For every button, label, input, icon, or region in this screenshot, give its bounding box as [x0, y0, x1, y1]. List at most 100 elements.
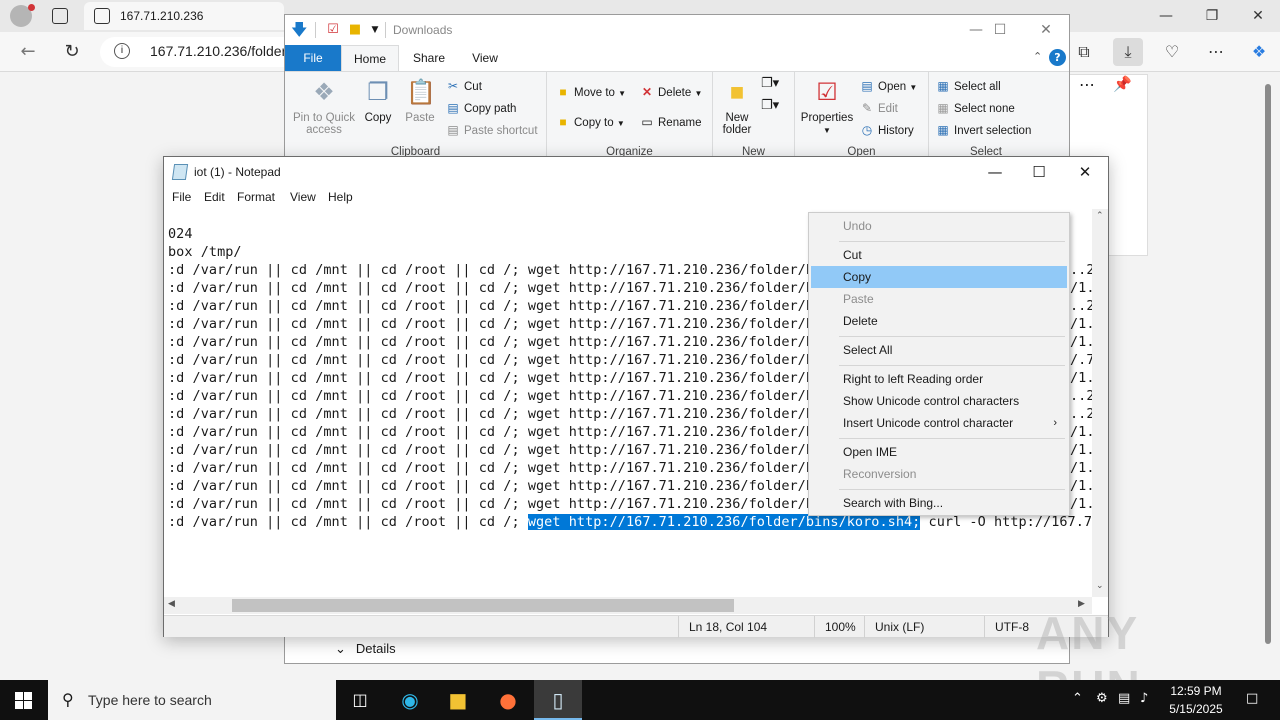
menu-item-reconversion[interactable]: Reconversion — [811, 463, 1067, 485]
text-line-tail: /1. — [1070, 424, 1092, 440]
close-button[interactable]: ✕ — [1062, 157, 1108, 187]
clock-time: 12:59 PM — [1170, 684, 1222, 698]
site-info-icon[interactable]: i — [114, 43, 130, 59]
cut-button[interactable]: ✂ Cut — [445, 76, 482, 96]
move-to-button[interactable]: ■ Move to ▼ — [555, 82, 626, 102]
menu-item-copy[interactable]: Copy — [811, 266, 1067, 288]
edit-button[interactable]: ✎ Edit — [859, 98, 898, 118]
properties-button[interactable]: ☑ Properties ▼ — [799, 78, 855, 137]
text-line: :d /var/run || cd /mnt || cd /root || cd… — [168, 388, 831, 404]
tab-actions-icon[interactable] — [52, 8, 68, 24]
pin-icon[interactable]: 📌 — [1113, 75, 1132, 93]
menu-view[interactable]: View — [290, 190, 316, 204]
copy-path-button[interactable]: ▤ Copy path — [445, 98, 516, 118]
copy-button[interactable]: ❐ Copy — [359, 78, 397, 124]
history-button[interactable]: ◷ History — [859, 120, 914, 140]
chevron-up-icon[interactable]: ⌃ — [1072, 691, 1083, 706]
explorer-title: Downloads — [393, 23, 453, 37]
minimize-button[interactable]: — — [1143, 0, 1189, 32]
delete-button[interactable]: ✕ Delete ▼ — [639, 82, 702, 102]
details-toggle[interactable]: ⌄ Details — [335, 641, 396, 657]
menu-item-show-unicode[interactable]: Show Unicode control characters — [811, 390, 1067, 412]
notepad-titlebar: iot (1) - Notepad — ☐ ✕ — [164, 157, 1108, 187]
menu-item-undo[interactable]: Undo — [811, 215, 1067, 237]
more-icon[interactable]: ⋯ — [1079, 75, 1095, 94]
performance-icon[interactable]: ♡ — [1157, 38, 1187, 66]
select-none-button[interactable]: ▦ Select none — [935, 98, 1014, 118]
refresh-icon[interactable]: ↻ — [58, 39, 86, 65]
new-folder-button[interactable]: ■ New folder — [717, 78, 757, 136]
menu-item-rtl-reading-order[interactable]: Right to left Reading order — [811, 368, 1067, 390]
tab-home[interactable]: Home — [341, 45, 399, 71]
easy-access-icon[interactable]: ❐▾ — [761, 98, 779, 113]
download-icon[interactable]: ⤓ — [1113, 38, 1143, 66]
restore-button[interactable]: ❐ — [1189, 0, 1235, 32]
open-button[interactable]: ▤ Open ▼ — [859, 76, 917, 96]
properties-icon[interactable]: ☑ — [325, 22, 341, 38]
new-folder-icon[interactable]: ■ — [347, 22, 363, 38]
clock[interactable]: 12:59 PM 5/15/2025 — [1160, 682, 1232, 718]
menu-file[interactable]: File — [172, 190, 191, 204]
notification-icon[interactable]: □ — [1246, 691, 1258, 706]
text-line: :d /var/run || cd /mnt || cd /root || cd… — [168, 496, 831, 512]
text-line: :d /var/run || cd /mnt || cd /root || cd… — [168, 280, 831, 296]
edge-icon[interactable]: ◉ — [386, 680, 434, 720]
file-explorer-icon[interactable]: ■ — [434, 680, 482, 720]
tab-view[interactable]: View — [465, 45, 505, 71]
new-group: ■ New folder ❐▾ ❐▾ New — [713, 72, 795, 160]
more-icon[interactable]: ⋯ — [1201, 38, 1231, 66]
close-button[interactable]: ✕ — [1023, 15, 1069, 45]
close-button[interactable]: ✕ — [1235, 0, 1280, 32]
network-icon[interactable]: ▤ — [1118, 691, 1130, 706]
back-icon[interactable]: ← — [14, 39, 42, 65]
scroll-down-icon[interactable]: ⌄ — [1096, 581, 1104, 591]
horizontal-scrollbar[interactable]: ◀ ▶ — [164, 597, 1092, 614]
collapse-ribbon-icon[interactable]: ⌃ — [1033, 50, 1042, 63]
horizontal-scroll-thumb[interactable] — [232, 599, 734, 612]
notepad-icon[interactable]: ▯ — [534, 680, 582, 720]
scroll-up-icon[interactable]: ⌃ — [1096, 211, 1104, 221]
browser-scrollbar[interactable] — [1262, 74, 1274, 674]
pin-quick-access-button[interactable]: ❖ Pin to Quick access — [289, 78, 359, 136]
task-view-icon[interactable]: ◫ — [336, 680, 384, 720]
start-button[interactable] — [0, 680, 48, 720]
text-line: :d /var/run || cd /mnt || cd /root || cd… — [168, 478, 831, 494]
menu-help[interactable]: Help — [328, 190, 353, 204]
menu-item-paste[interactable]: Paste — [811, 288, 1067, 310]
maximize-button[interactable]: ☐ — [1016, 157, 1062, 187]
browser-tab[interactable]: 167.71.210.236 — [84, 2, 284, 30]
firefox-icon[interactable]: ● — [484, 680, 532, 720]
copilot-icon[interactable]: ❖ — [1244, 38, 1274, 66]
profile-icon[interactable] — [10, 4, 35, 27]
customize-quick-access-icon[interactable]: ▼ — [367, 22, 383, 38]
vertical-scrollbar[interactable]: ⌃ ⌄ — [1092, 209, 1108, 597]
taskbar-search[interactable]: ⚲ Type here to search — [48, 680, 336, 720]
address-bar[interactable]: i 167.71.210.236/folder — [100, 37, 300, 67]
paste-button[interactable]: 📋 Paste — [401, 78, 439, 124]
volume-icon[interactable]: ♪ — [1140, 691, 1148, 706]
menu-item-delete[interactable]: Delete — [811, 310, 1067, 332]
rename-button[interactable]: ▭ Rename — [639, 112, 701, 132]
taskbar: ⚲ Type here to search ◫ ◉ ■ ● ▯ ⌃ ⚙ ▤ ♪ … — [0, 680, 1280, 720]
tab-share[interactable]: Share — [409, 45, 449, 71]
menu-item-cut[interactable]: Cut — [811, 244, 1067, 266]
menu-item-search-bing[interactable]: Search with Bing... — [811, 492, 1067, 514]
menu-item-insert-unicode[interactable]: Insert Unicode control character › — [811, 412, 1067, 434]
new-item-icon[interactable]: ❐▾ — [761, 76, 779, 91]
menu-item-open-ime[interactable]: Open IME — [811, 441, 1067, 463]
menu-item-select-all[interactable]: Select All — [811, 339, 1067, 361]
help-icon[interactable]: ? — [1049, 49, 1066, 66]
invert-selection-button[interactable]: ▦ Invert selection — [935, 120, 1031, 140]
minimize-button[interactable]: — — [972, 157, 1018, 187]
copy-to-button[interactable]: ■ Copy to ▼ — [555, 112, 624, 132]
tab-file[interactable]: File — [285, 45, 341, 71]
collections-icon[interactable]: ⧉ — [1069, 38, 1099, 66]
device-icon[interactable]: ⚙ — [1096, 691, 1108, 706]
scroll-left-icon[interactable]: ◀ — [168, 599, 175, 609]
paste-shortcut-button[interactable]: ▤ Paste shortcut — [445, 120, 537, 140]
menu-edit[interactable]: Edit — [204, 190, 225, 204]
menu-format[interactable]: Format — [237, 190, 275, 204]
select-all-button[interactable]: ▦ Select all — [935, 76, 1000, 96]
maximize-button[interactable]: ☐ — [977, 15, 1023, 45]
text-line: :d /var/run || cd /mnt || cd /root || cd… — [168, 424, 831, 440]
